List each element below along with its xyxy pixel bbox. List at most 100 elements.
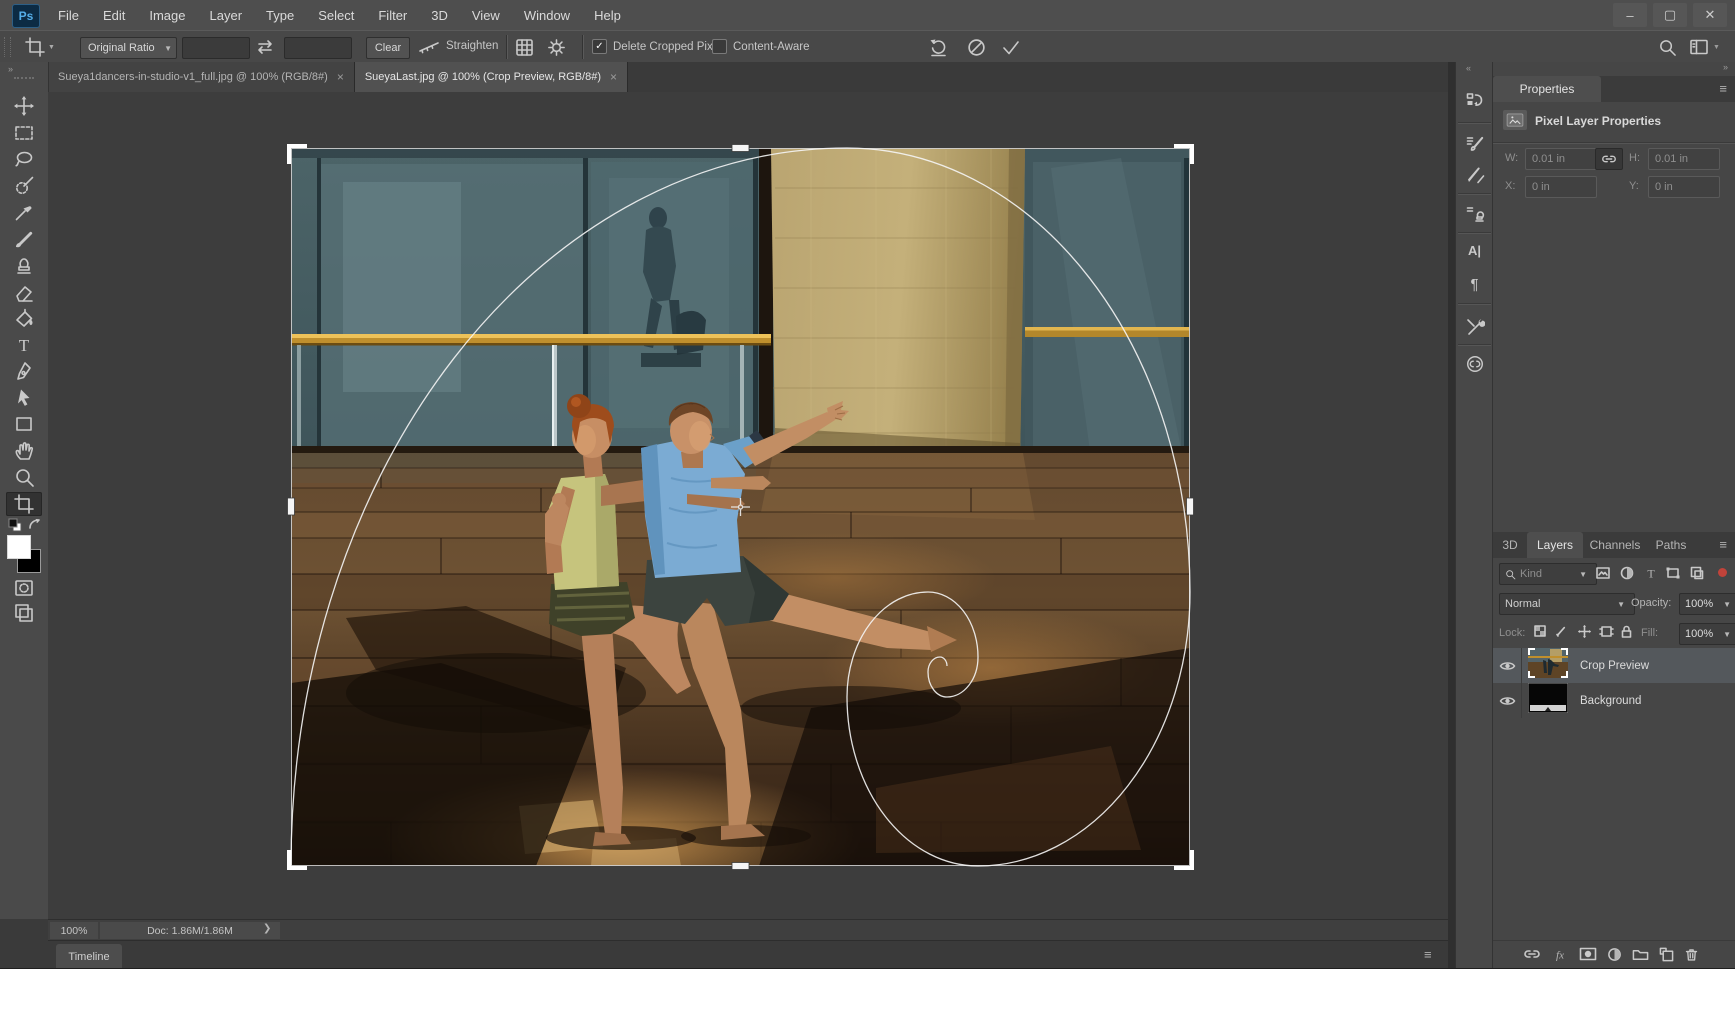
- filter-smart-objects-icon[interactable]: [1689, 565, 1705, 586]
- tool-rectangular-marquee[interactable]: [6, 121, 42, 145]
- document-canvas[interactable]: [291, 148, 1190, 866]
- filter-toggle-red-dot[interactable]: [1718, 568, 1727, 577]
- workspace-switcher-button[interactable]: ▼: [1688, 37, 1720, 57]
- tool-crop-selected[interactable]: [6, 492, 42, 516]
- tool-paint-bucket[interactable]: [6, 306, 42, 330]
- tool-move[interactable]: [6, 94, 42, 118]
- aspect-ratio-dropdown[interactable]: Original Ratio ▼: [80, 37, 177, 59]
- layer-row-crop-preview[interactable]: Crop Preview: [1493, 648, 1735, 683]
- zoom-level-field[interactable]: 100%: [50, 922, 98, 939]
- layer-thumbnail[interactable]: [1528, 683, 1568, 718]
- new-group-icon[interactable]: [1632, 947, 1649, 961]
- panel-button-brush-settings[interactable]: [1460, 131, 1489, 157]
- new-layer-icon[interactable]: [1659, 947, 1674, 962]
- crop-tool-preset-button[interactable]: ▼: [24, 36, 55, 58]
- tool-quick-selection[interactable]: [6, 174, 42, 198]
- panel-button-tool-presets[interactable]: [1460, 314, 1489, 340]
- close-tab-icon[interactable]: ×: [337, 70, 344, 84]
- tab-timeline[interactable]: Timeline: [56, 944, 122, 969]
- filter-type-layers-icon[interactable]: T: [1643, 565, 1659, 586]
- layers-menu-icon[interactable]: ≡: [1719, 537, 1728, 552]
- blend-mode-dropdown[interactable]: Normal ▼: [1499, 593, 1635, 615]
- panel-button-character[interactable]: A|: [1460, 237, 1489, 263]
- tab-channels[interactable]: Channels: [1583, 532, 1647, 558]
- panel-button-clone-source[interactable]: [1460, 201, 1489, 227]
- fill-value-dropdown[interactable]: 100% ▼: [1679, 623, 1735, 645]
- crop-width-input[interactable]: [182, 37, 250, 59]
- layer-filter-dropdown[interactable]: Kind ▼: [1499, 563, 1597, 585]
- straighten-button[interactable]: [418, 38, 440, 61]
- document-tab[interactable]: Sueya1dancers-in-studio-v1_full.jpg @ 10…: [48, 62, 355, 92]
- adjustment-layer-icon[interactable]: [1607, 947, 1622, 962]
- tool-zoom[interactable]: [6, 465, 42, 489]
- menu-file[interactable]: File: [46, 8, 91, 23]
- visibility-toggle[interactable]: [1493, 648, 1522, 683]
- collapse-tools-icon[interactable]: »: [8, 64, 14, 74]
- layer-row-background[interactable]: Background: [1493, 683, 1735, 718]
- search-button[interactable]: [1658, 38, 1677, 62]
- delete-cropped-pixels-checkbox[interactable]: ✓ Delete Cropped Pixels: [592, 39, 727, 54]
- crop-settings-button[interactable]: [546, 37, 567, 63]
- layer-thumbnail[interactable]: [1528, 648, 1568, 683]
- menu-help[interactable]: Help: [582, 8, 633, 23]
- doc-size-field[interactable]: Doc: 1.86M/1.86M: [100, 922, 280, 939]
- foreground-color-swatch[interactable]: [7, 535, 31, 559]
- menu-layer[interactable]: Layer: [198, 8, 255, 23]
- panel-button-history[interactable]: [1460, 88, 1489, 114]
- tool-lasso[interactable]: [6, 147, 42, 171]
- link-layers-icon[interactable]: [1523, 947, 1541, 961]
- lock-all-icon[interactable]: [1619, 624, 1634, 644]
- close-button[interactable]: ✕: [1693, 3, 1727, 27]
- tab-properties[interactable]: Properties: [1493, 76, 1601, 102]
- document-tab-active[interactable]: SueyaLast.jpg @ 100% (Crop Preview, RGB/…: [355, 62, 628, 92]
- menu-image[interactable]: Image: [137, 8, 197, 23]
- tab-paths[interactable]: Paths: [1647, 532, 1695, 558]
- timeline-menu-icon[interactable]: ≡: [1424, 947, 1433, 962]
- tab-layers[interactable]: Layers: [1527, 532, 1583, 558]
- lock-position-icon[interactable]: [1577, 624, 1592, 644]
- filter-pixel-layers-icon[interactable]: [1595, 565, 1611, 586]
- filter-adjustment-layers-icon[interactable]: [1619, 565, 1635, 586]
- canvas-area[interactable]: [48, 92, 1448, 919]
- tool-rectangle-shape[interactable]: [6, 412, 42, 436]
- lock-artboard-icon[interactable]: [1599, 624, 1614, 644]
- crop-overlay-golden-spiral[interactable]: [285, 142, 1196, 872]
- status-chevron-icon[interactable]: ❯: [263, 923, 271, 934]
- commit-crop-button[interactable]: [1000, 37, 1022, 63]
- crop-height-input[interactable]: [284, 37, 352, 59]
- tool-eyedropper[interactable]: [6, 200, 42, 224]
- screen-mode-button[interactable]: [13, 602, 35, 629]
- quick-mask-button[interactable]: [13, 577, 35, 604]
- properties-menu-icon[interactable]: ≡: [1719, 81, 1728, 96]
- panel-button-brushes[interactable]: [1460, 161, 1489, 187]
- collapse-dock-icon[interactable]: «: [1466, 63, 1471, 73]
- cancel-crop-button[interactable]: [966, 37, 987, 63]
- tool-pen[interactable]: [6, 359, 42, 383]
- close-tab-icon[interactable]: ×: [610, 70, 617, 84]
- menu-select[interactable]: Select: [306, 8, 366, 23]
- width-field[interactable]: 0.01 in: [1525, 148, 1597, 170]
- content-aware-checkbox[interactable]: Content-Aware: [712, 39, 810, 54]
- menu-type[interactable]: Type: [254, 8, 306, 23]
- maximize-button[interactable]: ▢: [1653, 3, 1687, 27]
- opacity-value-dropdown[interactable]: 100% ▼: [1679, 593, 1735, 615]
- tool-type[interactable]: T: [6, 333, 42, 357]
- menu-window[interactable]: Window: [512, 8, 582, 23]
- swap-width-height-button[interactable]: [256, 39, 274, 60]
- tab-3d[interactable]: 3D: [1493, 532, 1527, 558]
- clear-button[interactable]: Clear: [366, 37, 410, 59]
- tool-clone-stamp[interactable]: [6, 253, 42, 277]
- tool-eraser[interactable]: [6, 280, 42, 304]
- height-field[interactable]: 0.01 in: [1648, 148, 1720, 170]
- tool-hand[interactable]: [6, 439, 42, 463]
- lock-image-pixels-icon[interactable]: [1555, 624, 1570, 644]
- crop-overlay-options-button[interactable]: [514, 37, 535, 63]
- visibility-toggle[interactable]: [1493, 683, 1522, 718]
- x-field[interactable]: 0 in: [1525, 176, 1597, 198]
- filter-shape-layers-icon[interactable]: [1665, 565, 1681, 586]
- expand-dock-icon[interactable]: »: [1723, 62, 1728, 72]
- delete-layer-icon[interactable]: [1684, 947, 1699, 962]
- tool-path-selection[interactable]: [6, 386, 42, 410]
- lock-transparent-pixels-icon[interactable]: [1533, 624, 1548, 644]
- tool-brush[interactable]: [6, 227, 42, 251]
